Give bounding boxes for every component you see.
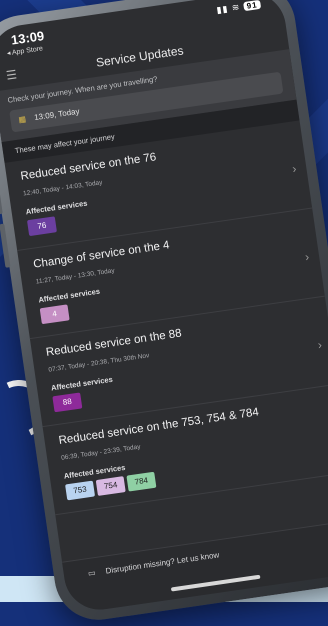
service-badge: 88 — [52, 392, 83, 413]
service-badge: 753 — [65, 480, 96, 501]
service-badge: 4 — [39, 304, 70, 325]
chevron-right-icon: › — [316, 337, 323, 353]
journey-time-value: 13:09, Today — [33, 106, 81, 123]
service-badge: 784 — [126, 471, 157, 492]
status-icons: ▮▮ ≋ 91 — [216, 0, 262, 16]
service-badge: 76 — [26, 216, 57, 237]
chevron-right-icon: › — [304, 249, 311, 264]
chevron-right-icon: › — [291, 161, 298, 176]
calendar-icon: ▦ — [17, 114, 27, 125]
menu-icon[interactable]: ☰ — [4, 60, 19, 89]
phone-mockup: 13:09 ◂ App Store ▮▮ ≋ 91 ☰ Service Upda… — [0, 0, 328, 626]
message-icon: ▭ — [87, 568, 97, 579]
page-title: Service Updates — [95, 43, 185, 70]
side-button — [0, 170, 3, 215]
wifi-icon: ≋ — [231, 1, 241, 13]
service-badge: 754 — [95, 476, 126, 496]
signal-icon: ▮▮ — [215, 3, 230, 16]
report-disruption-link[interactable]: ▭ Disruption missing? Let us know — [87, 550, 219, 578]
report-disruption-text: Disruption missing? Let us know — [104, 550, 220, 576]
battery-icon: 91 — [243, 0, 262, 12]
